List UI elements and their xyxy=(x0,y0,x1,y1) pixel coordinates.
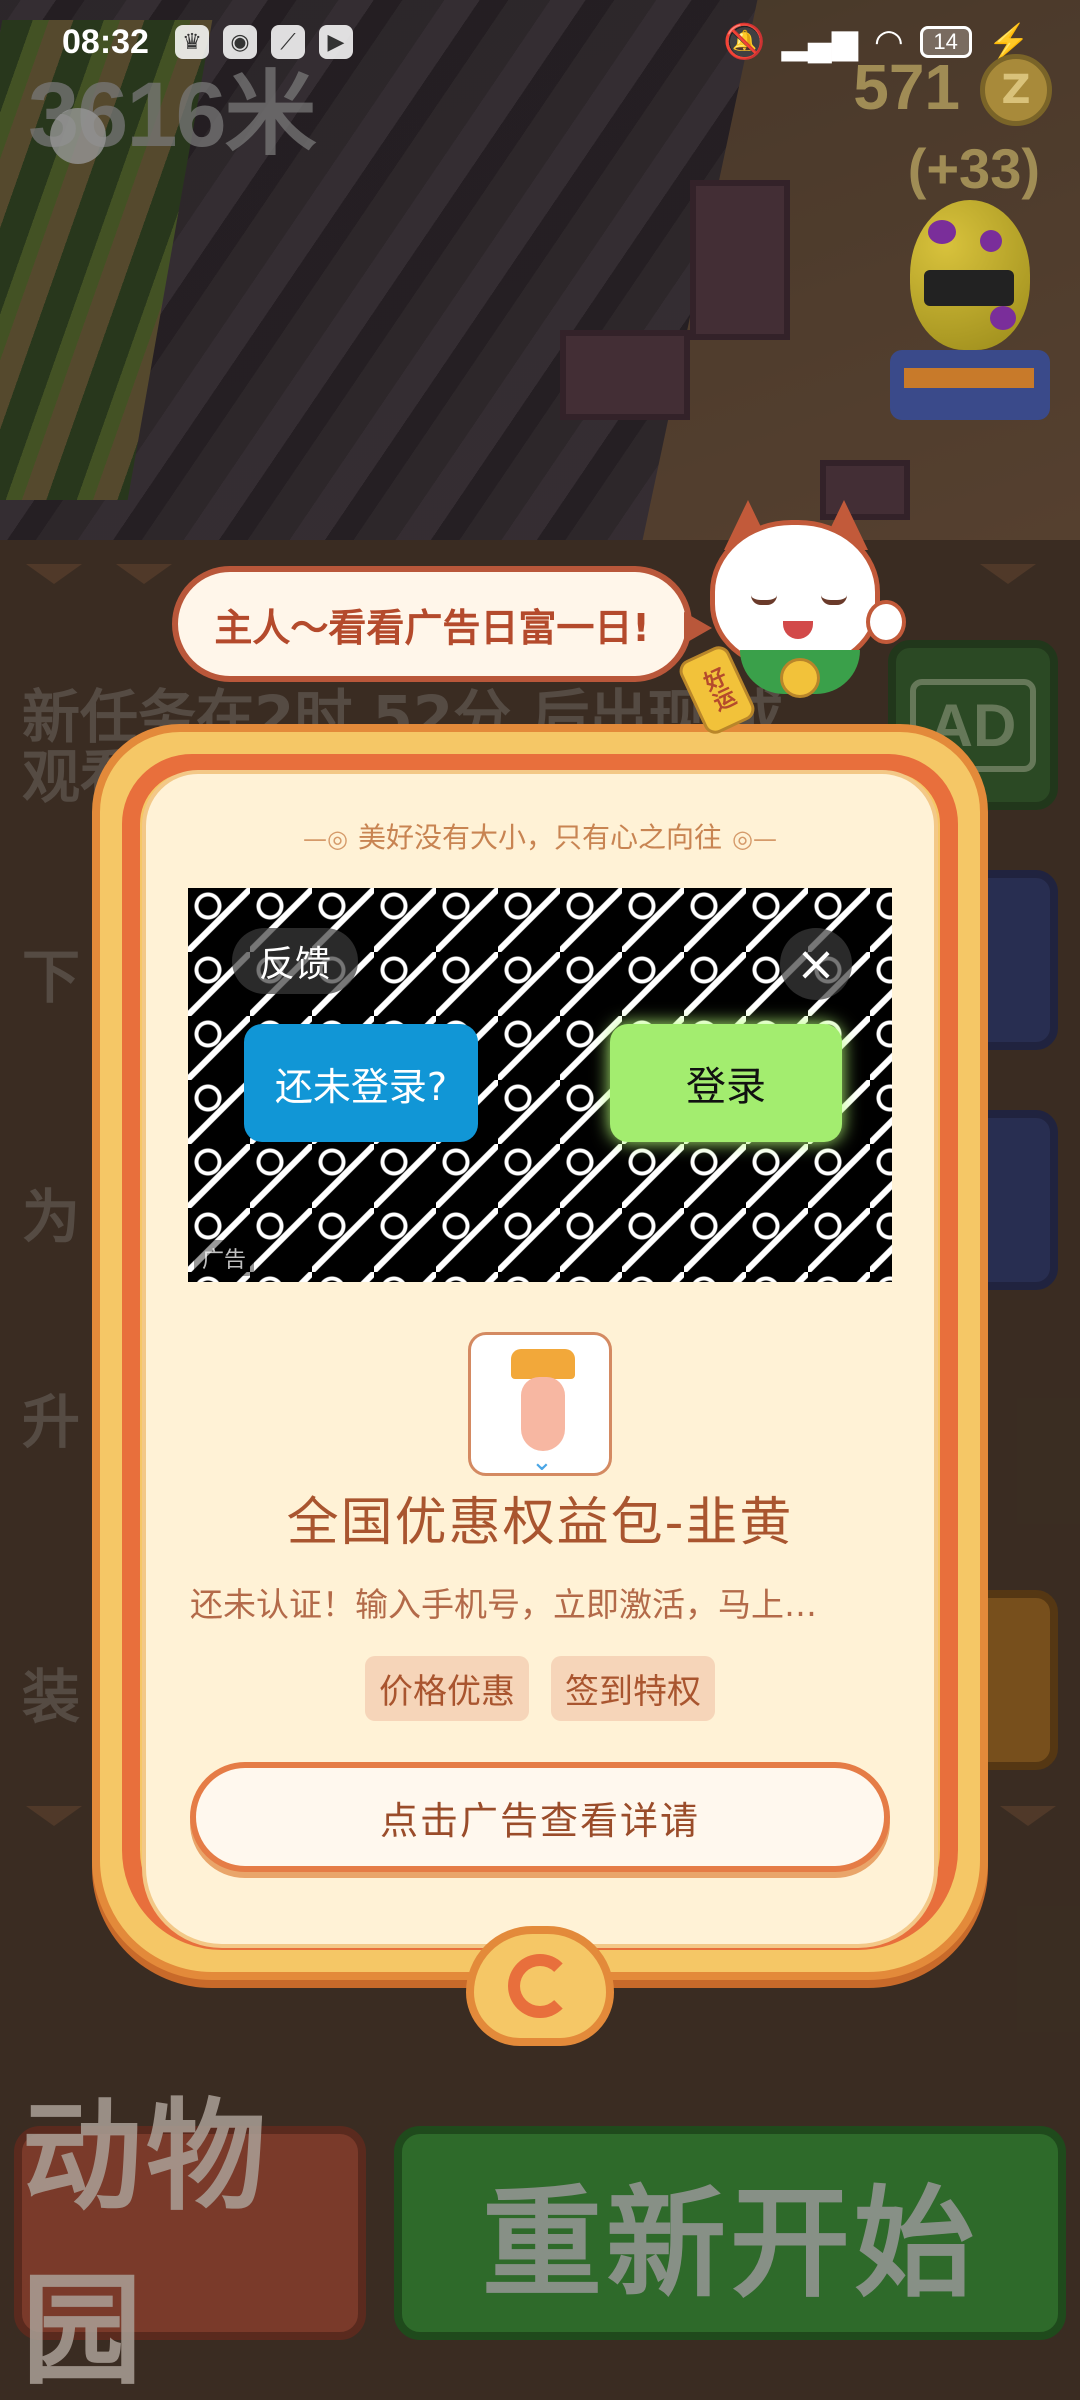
close-ad-button[interactable]: × xyxy=(780,928,852,1000)
product-hand-icon[interactable]: ⌄ xyxy=(468,1332,612,1476)
cat-head xyxy=(710,520,880,670)
egg-stand xyxy=(890,350,1050,420)
modal-swirl-ornament xyxy=(466,1926,614,2046)
ornament-right-icon: ◎— xyxy=(732,825,777,853)
play-icon: ▶ xyxy=(318,25,353,59)
cat-bell xyxy=(780,658,820,698)
product-description: 还未认证！输入手机号，立即激活，马上… xyxy=(190,1585,817,1624)
coin-bonus: (+33) xyxy=(907,137,1040,200)
zoo-button[interactable]: 动物园 xyxy=(14,2088,366,2400)
restart-button[interactable]: 重新开始 xyxy=(394,2126,1066,2340)
tag-checkin-privilege: 签到特权 xyxy=(551,1656,715,1721)
ad-mark-label: 广告 xyxy=(194,1240,255,1276)
hand-cap xyxy=(511,1349,575,1379)
product-title: 全国优惠权益包-韭黄 xyxy=(286,1493,794,1553)
cat-mouth xyxy=(783,621,813,639)
cat-eye xyxy=(751,595,777,605)
product-tags: 价格优惠 签到特权 xyxy=(142,1656,938,1721)
tag-price-discount: 价格优惠 xyxy=(365,1656,529,1721)
chevron-down-icon: ⌄ xyxy=(531,1447,553,1476)
view-ad-details-button[interactable]: 点击广告查看详请 xyxy=(190,1762,890,1872)
not-logged-in-button[interactable]: 还未登录? xyxy=(244,1024,478,1142)
mute-bell-icon: 🔕 xyxy=(723,23,766,61)
egg-spot xyxy=(980,230,1002,252)
cat-eye xyxy=(821,595,847,605)
pointing-hand xyxy=(521,1377,565,1451)
cat-paw xyxy=(866,600,906,644)
egg-progress-bar xyxy=(904,368,1034,388)
feedback-button[interactable]: 反馈 xyxy=(232,928,358,994)
mascot-speech-bubble: 主人～看看广告日富一日! xyxy=(172,566,712,682)
egg-icon[interactable] xyxy=(890,200,1050,430)
motto-text: 美好没有大小，只有心之向往 xyxy=(357,821,722,854)
ad-banner-image[interactable]: 反馈 × 还未登录? 登录 广告 xyxy=(188,888,892,1282)
pause-button[interactable] xyxy=(50,108,106,164)
egg-eyes xyxy=(924,270,1014,306)
egg-spot xyxy=(990,306,1016,330)
modal-motto: —◎ 美好没有大小，只有心之向往 ◎— xyxy=(142,816,938,856)
lucky-cat-mascot: 好运 xyxy=(675,500,910,738)
login-button[interactable]: 登录 xyxy=(610,1024,842,1142)
ornament-left-icon: —◎ xyxy=(303,825,348,853)
signal-icon: ▂▄▆ xyxy=(781,23,858,61)
swirl-curl xyxy=(508,1954,572,2018)
coin-count: 571 xyxy=(853,51,960,123)
egg-spot xyxy=(928,220,956,244)
coin-icon: Z xyxy=(980,54,1052,126)
